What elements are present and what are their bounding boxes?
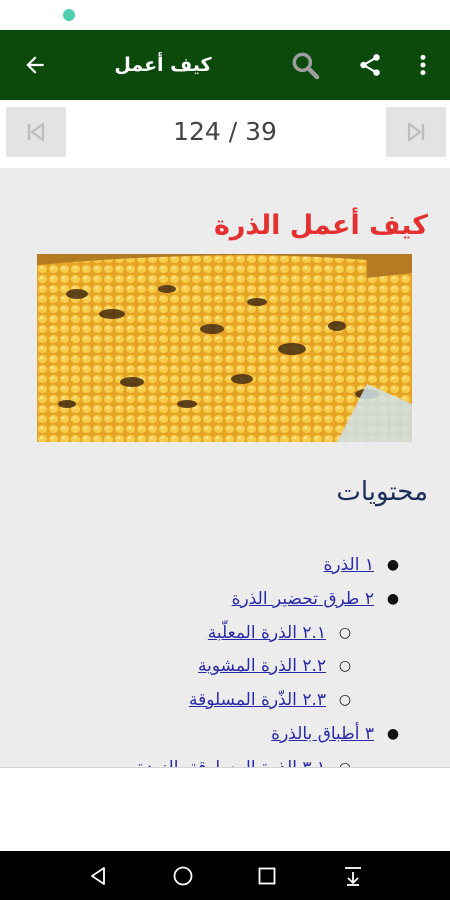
toc-link[interactable]: ٢.١ الذرة المعلّبة bbox=[208, 623, 326, 643]
app-title: كيف أعمل الذرة bbox=[114, 54, 212, 146]
search-button[interactable] bbox=[281, 30, 329, 100]
bullet-disc-icon: ● bbox=[386, 591, 400, 607]
toc-link[interactable]: ٢.٣ الذّرة المسلوقة bbox=[189, 690, 326, 710]
article-content[interactable]: كيف أعمل الذرة محتويات ● ١ الذرة ● ٢ طرق… bbox=[0, 168, 450, 767]
toc-item: ● ١ الذرة bbox=[324, 551, 403, 579]
bullet-circle-icon: ○ bbox=[338, 692, 352, 708]
toc-item: ○ ٢.١ الذرة المعلّبة bbox=[208, 619, 354, 647]
bullet-disc-icon: ● bbox=[386, 557, 400, 573]
share-icon bbox=[360, 54, 380, 76]
nav-back-button[interactable] bbox=[73, 851, 123, 900]
toc-link[interactable]: ١ الذرة bbox=[324, 555, 375, 575]
nav-expand-button[interactable] bbox=[328, 851, 378, 900]
more-options-button[interactable] bbox=[399, 30, 447, 100]
search-icon bbox=[292, 52, 320, 80]
more-vert-icon bbox=[420, 54, 426, 76]
back-button[interactable] bbox=[11, 30, 59, 100]
skip-first-icon bbox=[27, 122, 45, 142]
nav-back-icon bbox=[91, 866, 105, 885]
toc-link[interactable]: ٢.٢ الذرة المشوية bbox=[198, 656, 326, 676]
toc-item: ● ٣ أطباق بالذرة bbox=[271, 720, 402, 748]
bullet-disc-icon: ● bbox=[386, 726, 400, 742]
status-bar bbox=[0, 0, 450, 30]
bullet-circle-icon: ○ bbox=[338, 658, 352, 674]
toc-item: ○ ٣.١ الذرة المسلوقة بالزبدة bbox=[137, 754, 354, 767]
arrow-back-icon bbox=[26, 56, 44, 74]
pager: 124 / 39 bbox=[0, 100, 450, 166]
nav-recents-icon bbox=[258, 867, 276, 884]
first-page-button[interactable] bbox=[6, 107, 66, 157]
toc-link[interactable]: ٣.١ الذرة المسلوقة بالزبدة bbox=[137, 758, 326, 767]
notification-dot-icon bbox=[63, 9, 75, 21]
toc-link[interactable]: ٣ أطباق بالذرة bbox=[271, 724, 374, 744]
page-indicator: 124 / 39 bbox=[173, 117, 277, 146]
bullet-circle-icon: ○ bbox=[336, 760, 354, 767]
bottom-area bbox=[0, 767, 450, 852]
app-bar: كيف أعمل الذرة bbox=[0, 30, 450, 146]
nav-home-icon bbox=[173, 866, 193, 885]
system-nav-bar bbox=[0, 851, 450, 900]
toc-list: ● ١ الذرة ● ٢ طرق تحضير الذرة ○ ٢.١ الذر… bbox=[0, 168, 450, 767]
bullet-circle-icon: ○ bbox=[338, 625, 352, 641]
nav-recents-button[interactable] bbox=[242, 851, 292, 900]
share-button[interactable] bbox=[346, 30, 394, 100]
toc-link[interactable]: ٢ طرق تحضير الذرة bbox=[232, 589, 374, 609]
skip-last-icon bbox=[407, 122, 425, 142]
nav-home-button[interactable] bbox=[158, 851, 208, 900]
toc-item: ○ ٢.٣ الذّرة المسلوقة bbox=[189, 686, 354, 714]
toc-item: ● ٢ طرق تحضير الذرة bbox=[232, 585, 402, 613]
toc-item: ○ ٢.٢ الذرة المشوية bbox=[198, 652, 354, 680]
nav-expand-icon bbox=[345, 866, 361, 886]
last-page-button[interactable] bbox=[386, 107, 446, 157]
